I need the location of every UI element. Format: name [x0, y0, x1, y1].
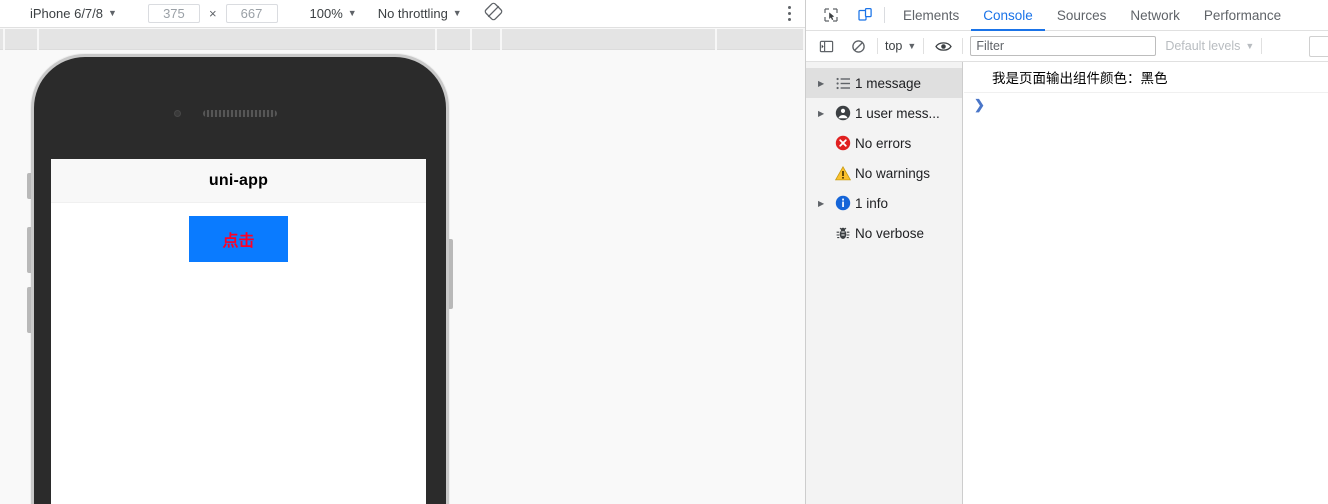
sidebar-item-label: No warnings — [855, 165, 931, 181]
user-icon — [831, 105, 855, 121]
toolbar-divider — [884, 7, 885, 23]
zoom-selector-label: 100% — [309, 6, 343, 21]
warning-icon — [831, 165, 855, 181]
sidebar-item-label: No verbose — [855, 225, 925, 241]
inspect-cursor-icon[interactable] — [818, 2, 844, 28]
device-height-input[interactable] — [225, 4, 278, 23]
devtools-tabbar: Elements Console Sources Network Perform… — [806, 0, 1328, 31]
viewport-ruler-strip[interactable] — [0, 29, 805, 50]
dimension-separator: × — [208, 6, 217, 21]
device-selector[interactable]: iPhone 6/7/8 ▼ — [30, 7, 117, 20]
sidebar-item-info[interactable]: ▶ 1 info — [806, 188, 962, 218]
sidebar-item-warnings[interactable]: No warnings — [806, 158, 962, 188]
app-navigation-bar: uni-app — [51, 159, 426, 203]
live-expression-eye-icon[interactable] — [931, 34, 955, 58]
throttling-selector-label: No throttling — [377, 6, 448, 21]
emulated-page-viewport[interactable]: uni-app 点击 — [51, 159, 426, 504]
console-prompt[interactable]: ❯ — [964, 93, 1328, 119]
throttling-selector[interactable]: No throttling ▼ — [378, 7, 462, 20]
device-emulation-pane: iPhone 6/7/8 ▼ × 100% ▼ No throttling ▼ — [0, 0, 805, 504]
device-width-input[interactable] — [147, 4, 200, 23]
sidebar-item-errors[interactable]: No errors — [806, 128, 962, 158]
device-canvas: uni-app 点击 — [0, 50, 805, 504]
bug-icon — [831, 226, 855, 241]
console-sidebar: ▶ 1 message ▶ 1 user mess... No errors N… — [806, 62, 963, 504]
error-icon — [831, 135, 855, 151]
console-filter-input[interactable] — [970, 36, 1157, 56]
toolbar-divider — [877, 38, 878, 54]
sidebar-item-label: 1 user mess... — [855, 105, 940, 121]
device-selector-label: iPhone 6/7/8 — [30, 6, 104, 21]
ruler-divider — [3, 29, 5, 50]
ruler-divider — [500, 29, 502, 50]
log-levels-selector[interactable]: Default levels ▼ — [1165, 39, 1254, 53]
app-content-area: 点击 — [51, 203, 426, 262]
ruler-divider — [435, 29, 437, 50]
chevron-down-icon: ▼ — [1245, 41, 1255, 51]
devtools-panel: Elements Console Sources Network Perform… — [805, 0, 1328, 504]
execution-context-label: top — [885, 39, 903, 53]
console-sidebar-toggle-icon[interactable] — [814, 34, 838, 58]
toolbar-divider — [1261, 38, 1263, 54]
devtools-device-mode-screenshot: iPhone 6/7/8 ▼ × 100% ▼ No throttling ▼ — [0, 0, 1328, 504]
console-settings-button[interactable] — [1309, 36, 1328, 57]
toolbar-divider — [923, 38, 925, 54]
info-icon — [831, 195, 855, 211]
sidebar-item-label: 1 message — [855, 75, 922, 91]
device-more-options-button[interactable] — [788, 6, 791, 24]
clear-console-icon[interactable] — [846, 34, 870, 58]
device-toolbar: iPhone 6/7/8 ▼ × 100% ▼ No throttling ▼ — [0, 0, 805, 28]
chevron-down-icon: ▼ — [108, 8, 117, 18]
silent-switch-button — [27, 173, 31, 199]
earpiece-speaker — [203, 110, 277, 117]
expand-triangle-icon[interactable]: ▶ — [818, 109, 831, 118]
chevron-down-icon: ▼ — [452, 8, 462, 18]
tab-elements[interactable]: Elements — [891, 0, 971, 31]
phone-frame: uni-app 点击 — [27, 54, 453, 504]
tab-sources[interactable]: Sources — [1045, 0, 1119, 31]
chevron-down-icon: ▼ — [347, 8, 357, 18]
console-toolbar: top ▼ Default levels ▼ — [806, 31, 1328, 62]
sidebar-item-label: 1 info — [855, 195, 889, 211]
tab-console[interactable]: Console — [971, 0, 1045, 31]
rotate-icon[interactable] — [484, 2, 503, 26]
expand-triangle-icon[interactable]: ▶ — [818, 79, 831, 88]
console-log-message[interactable]: 我是页面输出组件颜色：黑色 — [964, 62, 1328, 93]
dot — [788, 6, 791, 9]
app-title: uni-app — [208, 171, 269, 189]
front-camera-icon — [174, 110, 181, 117]
dot — [788, 18, 791, 21]
list-icon — [831, 77, 855, 90]
ruler-divider — [715, 29, 717, 50]
console-message-list: 我是页面输出组件颜色：黑色 ❯ — [964, 62, 1328, 504]
log-levels-label: Default levels — [1165, 39, 1241, 53]
sidebar-item-messages[interactable]: ▶ 1 message — [806, 68, 962, 98]
tab-network[interactable]: Network — [1118, 0, 1192, 31]
device-toolbar-icon[interactable] — [852, 2, 878, 28]
tab-performance[interactable]: Performance — [1192, 0, 1293, 31]
dot — [788, 12, 791, 15]
sidebar-item-verbose[interactable]: No verbose — [806, 218, 962, 248]
expand-triangle-icon[interactable]: ▶ — [818, 199, 831, 208]
tap-button[interactable]: 点击 — [189, 216, 288, 262]
toolbar-divider — [962, 38, 964, 54]
power-button — [449, 239, 453, 309]
execution-context-selector[interactable]: top ▼ — [885, 39, 916, 53]
sidebar-item-label: No errors — [855, 135, 912, 151]
zoom-selector[interactable]: 100% ▼ — [310, 7, 357, 20]
volume-up-button — [27, 227, 31, 273]
sidebar-item-user-messages[interactable]: ▶ 1 user mess... — [806, 98, 962, 128]
volume-down-button — [27, 287, 31, 333]
chevron-down-icon: ▼ — [907, 41, 917, 51]
ruler-divider — [37, 29, 39, 50]
prompt-caret-icon: ❯ — [974, 97, 985, 112]
ruler-divider — [470, 29, 472, 50]
